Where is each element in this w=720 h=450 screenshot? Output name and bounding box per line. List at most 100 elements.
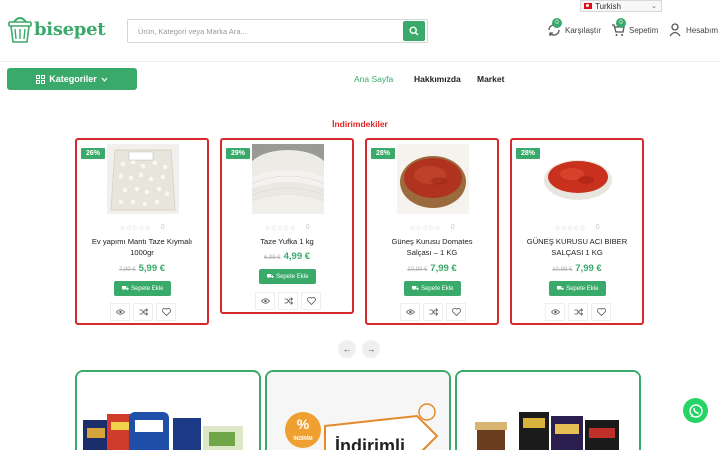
new-price: 5,99 € <box>138 263 166 274</box>
search-input[interactable] <box>128 20 403 42</box>
new-price: 7,99 € <box>575 263 602 274</box>
cart-icon: ⛟ <box>411 285 420 292</box>
add-to-cart-button[interactable]: ⛟ Sepete Ekle <box>549 281 606 296</box>
add-to-cart-label: Sepete Ekle <box>131 285 164 292</box>
language-selector[interactable]: Turkish ⌄ <box>580 0 662 12</box>
product-name[interactable]: GÜNEŞ KURUSU ACI BIBER SALÇASI 1 KG <box>516 236 638 258</box>
shuffle-icon <box>574 308 583 316</box>
shuffle-icon <box>284 297 293 305</box>
add-to-cart-button[interactable]: ⛟ Sepete Ekle <box>404 281 461 296</box>
nav-link-market[interactable]: Market <box>477 74 504 84</box>
promo-banner[interactable] <box>455 370 641 450</box>
compare-button[interactable] <box>423 303 443 321</box>
product-card[interactable]: 26% ☆☆☆☆☆ 0 Ev yapımı Mantı Taze Kıymalı … <box>75 138 209 325</box>
product-name[interactable]: Taze Yufka 1 kg <box>226 236 348 247</box>
product-name[interactable]: Ev yapımı Mantı Taze Kıymalı 1000gr <box>81 236 203 258</box>
product-image[interactable] <box>397 144 469 214</box>
rating: ☆☆☆☆☆ 0 <box>77 224 207 232</box>
add-to-cart-label: Sepete Ekle <box>566 285 599 292</box>
price: 6,99 €4,99 € <box>222 251 352 262</box>
heart-icon <box>161 308 171 316</box>
old-price: 6,99 € <box>263 255 281 261</box>
wishlist-button[interactable] <box>591 303 611 321</box>
arrow-right-icon: → <box>366 344 376 354</box>
grocery-products-image <box>77 372 259 450</box>
promo-banner[interactable] <box>75 370 261 450</box>
nav-link-about[interactable]: Hakkımızda <box>414 74 461 84</box>
product-name[interactable]: Güneş Kurusu Domates Salçası – 1 KG <box>371 236 493 258</box>
product-name-line: 1000gr <box>130 248 154 257</box>
carousel-prev-button[interactable]: ← <box>338 340 356 358</box>
quick-view-button[interactable] <box>400 303 420 321</box>
old-price: 10,99 € <box>552 267 573 273</box>
logo-text: bisepet <box>34 18 106 40</box>
add-to-cart-label: Sepete Ekle <box>276 273 309 280</box>
shuffle-icon <box>429 308 438 316</box>
search-icon <box>409 26 419 36</box>
user-icon <box>667 22 683 38</box>
cart-label: Sepetim <box>629 25 659 35</box>
old-price: 7,99 € <box>118 267 136 273</box>
search-button[interactable] <box>403 21 425 41</box>
product-card[interactable]: 29% ☆☆☆☆☆ 0 Taze Yufka 1 kg 6,99 €4,99 € … <box>220 138 354 314</box>
compare-label: Karşılaştır <box>565 25 602 35</box>
nav-link-home[interactable]: Ana Sayfa <box>354 74 393 84</box>
product-name-line: Ev yapımı Mantı Taze Kıymalı <box>91 237 193 246</box>
product-actions <box>545 303 611 321</box>
quick-view-button[interactable] <box>110 303 130 321</box>
product-name-line: Salçası – 1 KG <box>406 248 458 257</box>
wishlist-button[interactable] <box>446 303 466 321</box>
account-label: Hesabım <box>686 25 719 35</box>
discount-badge: 29% <box>226 148 251 159</box>
logo[interactable]: bisepet <box>8 14 106 44</box>
product-card[interactable]: 28% ☆☆☆☆☆ 0 Güneş Kurusu Domates Salçası … <box>365 138 499 325</box>
new-price: 7,99 € <box>430 263 457 274</box>
grid-icon <box>36 74 46 84</box>
wishlist-button[interactable] <box>156 303 176 321</box>
product-image[interactable] <box>252 144 324 214</box>
eye-icon <box>260 298 270 304</box>
compare-button[interactable] <box>133 303 153 321</box>
quick-view-button[interactable] <box>545 303 565 321</box>
cart-icon: ⛟ <box>121 285 130 292</box>
svg-text:%: % <box>297 416 310 432</box>
product-actions <box>400 303 466 321</box>
compare-link[interactable]: 0 Karşılaştır <box>546 18 602 38</box>
promo-banner[interactable]: % İNDİRİM İndirimli <box>265 370 451 450</box>
product-image[interactable] <box>107 144 179 214</box>
product-card[interactable]: 28% ☆☆☆☆☆ 0 GÜNEŞ KURUSU ACI BIBER SALÇAS… <box>510 138 644 325</box>
compare-button[interactable] <box>568 303 588 321</box>
categories-button[interactable]: Kategoriler <box>7 68 137 90</box>
heart-icon <box>596 308 606 316</box>
rating: ☆☆☆☆☆ 0 <box>222 224 352 232</box>
compare-button[interactable] <box>278 292 298 310</box>
cart-link[interactable]: 0 Sepetim <box>610 18 659 38</box>
add-to-cart-button[interactable]: ⛟ Sepete Ekle <box>259 269 316 284</box>
quick-view-button[interactable] <box>255 292 275 310</box>
header-divider <box>0 61 720 62</box>
add-to-cart-label: Sepete Ekle <box>421 285 454 292</box>
discount-badge: 28% <box>371 148 396 159</box>
whatsapp-button[interactable] <box>683 398 708 423</box>
rating-count: 0 <box>160 224 165 231</box>
product-image[interactable] <box>542 144 614 214</box>
add-to-cart-button[interactable]: ⛟ Sepete Ekle <box>114 281 171 296</box>
account-link[interactable]: Hesabım <box>667 22 718 38</box>
arrow-left-icon: ← <box>342 344 352 354</box>
wishlist-button[interactable] <box>301 292 321 310</box>
heart-icon <box>451 308 461 316</box>
section-title: İndirimdekiler <box>332 119 388 129</box>
heart-icon <box>306 297 316 305</box>
language-label: Turkish <box>595 1 621 11</box>
discount-badge: 26% <box>81 148 106 159</box>
chevron-down-icon <box>101 77 108 82</box>
rating: ☆☆☆☆☆ 0 <box>512 224 642 232</box>
tea-products-image <box>457 372 639 450</box>
compare-icon: 0 <box>546 18 562 38</box>
categories-label: Kategoriler <box>49 74 97 84</box>
price: 10,99 €7,99 € <box>367 263 497 274</box>
rating-count: 0 <box>595 224 600 231</box>
carousel-next-button[interactable]: → <box>362 340 380 358</box>
price: 10,99 €7,99 € <box>512 263 642 274</box>
rating-count: 0 <box>305 224 310 231</box>
